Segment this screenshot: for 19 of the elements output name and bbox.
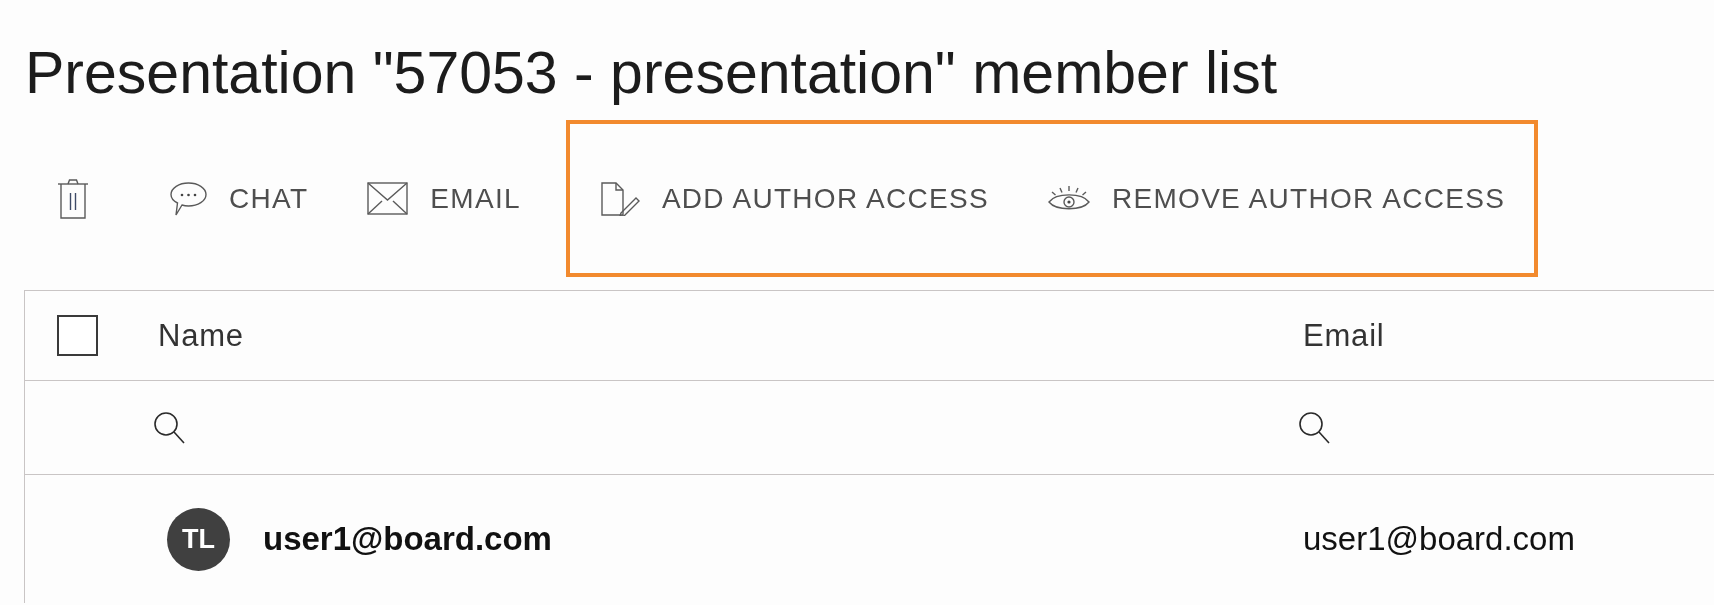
page-title: Presentation "57053 - presentation" member list (25, 39, 1278, 108)
search-icon (153, 411, 185, 444)
avatar: TL (167, 507, 230, 571)
trash-icon (57, 178, 89, 219)
column-header: Name (158, 317, 244, 354)
add-author-access-button[interactable]: ADD AUTHOR ACCESS (599, 181, 989, 216)
member-email: user1@board.com (1303, 520, 1575, 558)
envelope-icon (367, 182, 409, 215)
member-name: user1@board.com (263, 520, 552, 558)
select-all-checkbox[interactable] (57, 315, 98, 356)
email-button[interactable]: EMAIL (367, 181, 521, 216)
column-header: Email (1303, 317, 1385, 354)
search-icon (1298, 411, 1330, 444)
chat-bubble-icon (170, 181, 207, 216)
eye-icon (1047, 185, 1090, 212)
document-pencil-icon (599, 181, 640, 216)
chat-button[interactable]: CHAT (170, 181, 309, 216)
delete-button[interactable] (57, 178, 89, 219)
remove-author-access-button[interactable]: REMOVE AUTHOR ACCESS (1047, 181, 1506, 216)
